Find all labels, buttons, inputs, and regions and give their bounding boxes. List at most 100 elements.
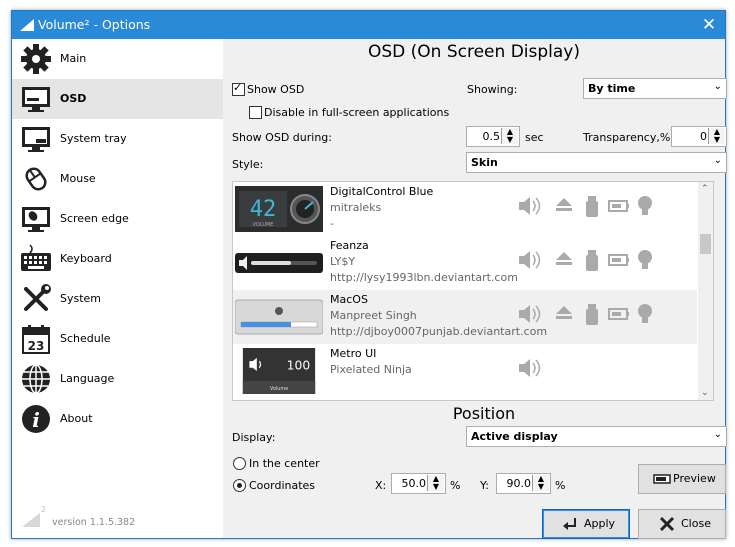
sidebar-item-label: Main <box>60 52 87 65</box>
speaker-icon <box>519 305 541 323</box>
sidebar-item-label: Schedule <box>60 332 111 345</box>
skin-preview-value: 42 <box>250 197 277 222</box>
sidebar-item-keyboard[interactable]: Keyboard <box>12 239 223 279</box>
spinner-arrows-icon[interactable]: ▲ ▼ <box>427 475 444 491</box>
skin-name: Feanza <box>330 239 369 252</box>
lightbulb-icon <box>638 304 652 323</box>
spinner-arrows-icon[interactable]: ▲ ▼ <box>532 475 549 491</box>
scroll-down-icon[interactable]: ⌄ <box>701 388 709 398</box>
window-title: Volume² - Options <box>38 17 151 32</box>
page-title: OSD (On Screen Display) <box>367 42 580 62</box>
skin-preview-digital: 42VOLUME <box>235 186 323 232</box>
skin-url: - <box>330 217 334 230</box>
sidebar-item-label: System <box>60 292 102 305</box>
scroll-up-icon[interactable]: ⌃ <box>701 184 709 194</box>
style-label: Style: <box>232 158 264 171</box>
skin-item-feanza[interactable]: Feanza LY$Y http://lysy1993lbn.deviantar… <box>233 236 697 290</box>
spinner-arrows-icon[interactable]: ▲ ▼ <box>708 128 725 144</box>
skin-preview-metro: 100 Volume <box>242 348 316 394</box>
skin-preview-caption: VOLUME <box>253 222 274 228</box>
sidebar-item-main[interactable]: Main <box>12 39 223 79</box>
monitor-icon <box>22 87 50 112</box>
sidebar-item-about[interactable]: i About <box>12 399 223 439</box>
skin-list-scrollbar[interactable]: ⌃ ⌄ <box>698 182 713 400</box>
screen-edge-icon <box>22 207 50 232</box>
speaker-icon <box>519 197 541 215</box>
showing-select[interactable]: By time ⌄ <box>583 78 727 99</box>
in-center-radio[interactable] <box>233 457 246 470</box>
version-label: version 1.1.5.382 <box>52 517 136 528</box>
skin-url: http://lysy1993lbn.deviantart.com <box>330 271 518 284</box>
skin-osd-icons <box>519 304 652 325</box>
sidebar-item-language[interactable]: Language <box>12 359 223 399</box>
close-button[interactable]: Close <box>638 509 726 539</box>
options-window: Volume² - Options ✕ Main OSD System tray… <box>11 10 727 539</box>
sidebar-item-mouse[interactable]: Mouse <box>12 159 223 199</box>
usb-drive-icon <box>586 196 598 217</box>
x-unit: % <box>450 479 461 492</box>
duration-unit: sec <box>525 131 544 144</box>
sidebar-item-label: Mouse <box>60 172 96 185</box>
style-select[interactable]: Skin ⌄ <box>466 152 727 173</box>
title-bar[interactable]: Volume² - Options ✕ <box>12 11 725 39</box>
sidebar-item-system[interactable]: System <box>12 279 223 319</box>
sidebar-item-osd[interactable]: OSD <box>12 79 223 119</box>
display-value: Active display <box>471 430 558 443</box>
duration-spinner[interactable]: 0.5 ▲ ▼ <box>466 126 520 147</box>
speaker-icon <box>519 251 541 269</box>
scrollbar-thumb[interactable] <box>700 234 711 254</box>
sidebar-item-label: About <box>60 412 93 425</box>
apple-icon <box>275 307 283 315</box>
battery-icon <box>608 200 629 212</box>
window-close-button[interactable]: ✕ <box>699 15 719 35</box>
sidebar-item-system-tray[interactable]: System tray <box>12 119 223 159</box>
transparency-label: Transparency,%: <box>583 131 675 144</box>
battery-icon <box>608 308 629 320</box>
show-osd-label: Show OSD <box>247 83 305 96</box>
spinner-arrows-icon[interactable]: ▲ ▼ <box>501 128 518 144</box>
skin-osd-icons <box>519 250 652 271</box>
speaker-icon <box>519 359 541 377</box>
svg-text:i: i <box>32 408 40 432</box>
position-heading: Position <box>452 404 516 423</box>
y-value: 90.0 <box>506 477 532 490</box>
skin-preview-macos <box>235 299 323 335</box>
apply-button[interactable]: Apply <box>542 509 630 539</box>
y-spinner[interactable]: 90.0 ▲ ▼ <box>496 473 551 494</box>
transparency-spinner[interactable]: 0 ▲ ▼ <box>671 126 727 147</box>
skin-author: LY$Y <box>330 255 356 268</box>
coordinates-radio[interactable] <box>233 479 246 492</box>
sidebar-item-screen-edge[interactable]: Screen edge <box>12 199 223 239</box>
sidebar-item-schedule[interactable]: 23 Schedule <box>12 319 223 359</box>
calendar-icon: 23 <box>22 325 50 354</box>
skin-preview-feanza <box>235 253 323 273</box>
usb-drive-icon <box>586 250 598 271</box>
duration-value: 0.5 <box>482 130 501 143</box>
skin-name: DigitalControl Blue <box>330 185 434 198</box>
sidebar-item-label: Screen edge <box>60 212 129 225</box>
osd-panel: OSD (On Screen Display) Show OSD Disable… <box>223 39 727 539</box>
skin-item-macos[interactable]: MacOS Manpreet Singh http://djboy0007pun… <box>233 290 697 344</box>
sidebar-item-label: Language <box>60 372 115 385</box>
usb-drive-icon <box>586 304 598 325</box>
showing-label: Showing: <box>467 83 518 96</box>
eject-icon <box>556 306 572 319</box>
lightbulb-icon <box>638 196 652 215</box>
style-value: Skin <box>471 156 498 169</box>
skin-item-metro-ui[interactable]: 100 Volume Metro UI Pixelated Ninja <box>233 344 697 398</box>
chevron-down-icon: ⌄ <box>713 429 722 440</box>
skin-item-digitalcontrol-blue[interactable]: 42 VOLUME DigitalControl Blue mitraleks - <box>233 182 697 236</box>
showing-value: By time <box>588 82 636 95</box>
show-osd-checkbox[interactable] <box>232 81 245 96</box>
skin-author: Manpreet Singh <box>330 309 417 322</box>
preview-label: Preview <box>673 472 716 485</box>
preview-button[interactable]: Preview <box>638 464 726 494</box>
info-icon: i <box>22 405 50 433</box>
apply-enter-icon <box>563 518 576 530</box>
disable-fullscreen-checkbox[interactable] <box>249 106 262 119</box>
display-select[interactable]: Active display ⌄ <box>466 426 727 447</box>
y-unit: % <box>555 479 566 492</box>
volume-logo-icon <box>22 513 40 527</box>
x-spinner[interactable]: 50.0 ▲ ▼ <box>391 473 446 494</box>
skin-list[interactable]: 42 VOLUME DigitalControl Blue mitraleks -… <box>232 181 714 401</box>
